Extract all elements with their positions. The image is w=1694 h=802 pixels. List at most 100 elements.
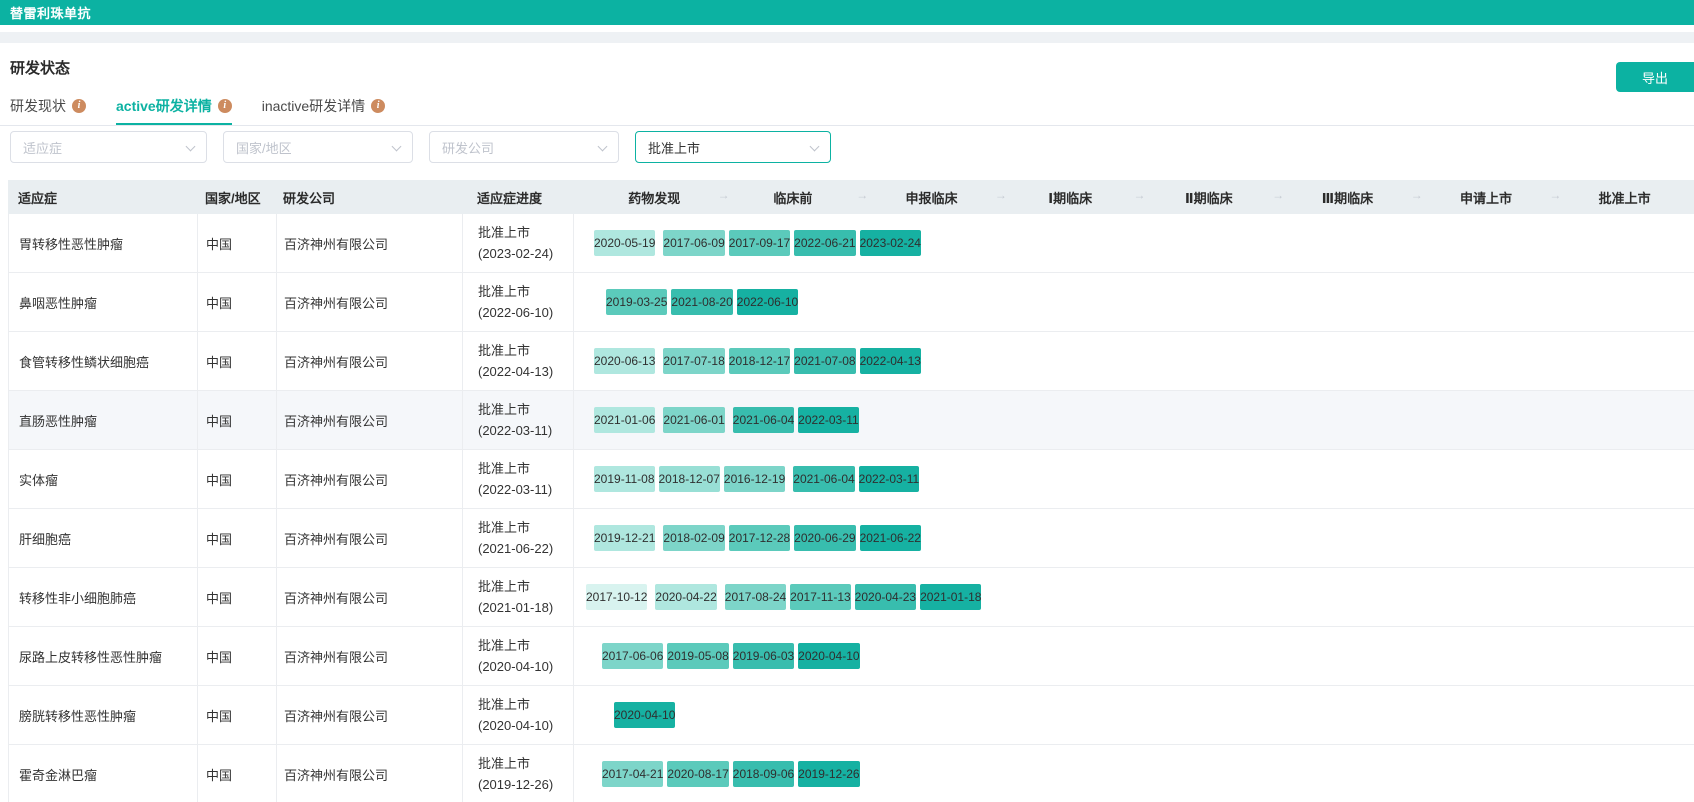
chevron-down-icon: [392, 142, 402, 152]
indication-cell: 肝细胞癌: [9, 509, 198, 567]
table-row[interactable]: 肝细胞癌中国百济神州有限公司批准上市(2021-06-22)2019-12-21…: [8, 509, 1694, 568]
indication-cell: 鼻咽恶性肿瘤: [9, 273, 198, 331]
stage-bars: 2019-11-082018-12-072016-12-192021-06-04…: [574, 450, 1694, 508]
progress-date: (2021-06-22): [478, 538, 553, 559]
tab-bar: 研发现状 i active研发详情 i inactive研发详情 i: [0, 88, 1694, 126]
info-icon[interactable]: i: [218, 99, 232, 113]
content-panel: 研发状态 导出 研发现状 i active研发详情 i inactive研发详情…: [0, 43, 1694, 802]
company-filter-select[interactable]: 研发公司: [429, 131, 619, 163]
table-row[interactable]: 转移性非小细胞肺癌中国百济神州有限公司批准上市(2021-01-18)2017-…: [8, 568, 1694, 627]
stage-bars: 2020-06-132017-07-182018-12-172021-07-08…: [574, 332, 1694, 390]
progress-status: 批准上市: [478, 576, 530, 597]
indication-filter-select[interactable]: 适应症: [10, 131, 207, 163]
table-row[interactable]: 鼻咽恶性肿瘤中国百济神州有限公司批准上市(2022-06-10)2019-03-…: [8, 273, 1694, 332]
company-cell: 百济神州有限公司: [277, 568, 463, 626]
tab-active-rd-detail[interactable]: active研发详情 i: [116, 88, 232, 125]
progress-status: 批准上市: [478, 281, 530, 302]
header-stage-discovery: 药物发现→: [585, 188, 724, 207]
table-row[interactable]: 尿路上皮转移性恶性肿瘤中国百济神州有限公司批准上市(2020-04-10)201…: [8, 627, 1694, 686]
header-progress: 适应症进度: [462, 188, 573, 207]
info-icon[interactable]: i: [72, 99, 86, 113]
header-company: 研发公司: [276, 188, 462, 207]
stage-bar: 2021-08-20: [671, 289, 732, 315]
stage-bars: 2019-12-212018-02-092017-12-282020-06-29…: [574, 509, 1694, 567]
header-stage-preclinical: 临床前→: [724, 188, 863, 207]
stage-bar: 2022-06-21: [794, 230, 855, 256]
region-cell: 中国: [198, 686, 277, 744]
stage-bar: 2022-06-10: [737, 289, 798, 315]
stage-bar: 2023-02-24: [860, 230, 921, 256]
progress-date: (2021-01-18): [478, 597, 553, 618]
stage-bar: 2021-01-06: [594, 407, 655, 433]
stage-bar: 2022-03-11: [859, 466, 920, 492]
app-window: 替雷利珠单抗 研发状态 导出 研发现状 i active研发详情 i inact…: [0, 0, 1694, 802]
progress-status: 批准上市: [478, 399, 530, 420]
stage-bar: 2019-11-08: [594, 466, 655, 492]
stage-bar: 2021-06-04: [733, 407, 794, 433]
header-stage-phase1: Ⅰ期临床→: [1001, 188, 1140, 207]
indication-cell: 转移性非小细胞肺癌: [9, 568, 198, 626]
progress-date: (2022-03-11): [478, 479, 552, 500]
rd-detail-table: 适应症 国家/地区 研发公司 适应症进度 药物发现→ 临床前→ 申报临床→ Ⅰ期…: [8, 180, 1694, 802]
header-stage-nda: 申请上市→: [1417, 188, 1556, 207]
stage-bar: 2017-04-21: [602, 761, 663, 787]
indication-cell: 实体瘤: [9, 450, 198, 508]
top-bar: 替雷利珠单抗: [0, 0, 1694, 25]
stage-filter-select[interactable]: 批准上市: [635, 131, 831, 163]
tab-label: active研发详情: [116, 96, 212, 116]
progress-status: 批准上市: [478, 753, 530, 774]
company-cell: 百济神州有限公司: [277, 509, 463, 567]
region-cell: 中国: [198, 273, 277, 331]
stage-bar: 2022-04-13: [860, 348, 921, 374]
stage-bars: 2017-04-212020-08-172018-09-062019-12-26: [574, 745, 1694, 802]
company-cell: 百济神州有限公司: [277, 450, 463, 508]
stage-bar: 2022-03-11: [798, 407, 859, 433]
progress-date: (2022-03-11): [478, 420, 552, 441]
stage-bar: 2019-06-03: [733, 643, 794, 669]
stage-bar: 2019-12-21: [594, 525, 655, 551]
indication-cell: 膀胱转移性恶性肿瘤: [9, 686, 198, 744]
stage-bar: 2017-08-24: [725, 584, 786, 610]
stage-bar: 2017-11-13: [790, 584, 851, 610]
indication-cell: 食管转移性鳞状细胞癌: [9, 332, 198, 390]
company-cell: 百济神州有限公司: [277, 391, 463, 449]
company-cell: 百济神州有限公司: [277, 214, 463, 272]
progress-status: 批准上市: [478, 517, 530, 538]
stage-bar: 2021-06-22: [860, 525, 921, 551]
company-cell: 百济神州有限公司: [277, 332, 463, 390]
company-cell: 百济神州有限公司: [277, 627, 463, 685]
progress-status: 批准上市: [478, 340, 530, 361]
stage-bar: 2020-04-10: [798, 643, 859, 669]
stage-bar: 2017-06-09: [663, 230, 724, 256]
header-stage-ind-filing: 申报临床→: [862, 188, 1001, 207]
tab-label: inactive研发详情: [262, 96, 365, 116]
stage-bar: 2021-06-01: [663, 407, 724, 433]
stage-bars: 2019-03-252021-08-202022-06-10: [574, 273, 1694, 331]
region-cell: 中国: [198, 332, 277, 390]
info-icon[interactable]: i: [371, 99, 385, 113]
table-row[interactable]: 膀胱转移性恶性肿瘤中国百济神州有限公司批准上市(2020-04-10)2020-…: [8, 686, 1694, 745]
stage-bar: 2019-12-26: [798, 761, 859, 787]
stage-bar: 2021-01-18: [920, 584, 981, 610]
stage-bar: 2019-05-08: [667, 643, 728, 669]
table-row[interactable]: 胃转移性恶性肿瘤中国百济神州有限公司批准上市(2023-02-24)2020-0…: [8, 214, 1694, 273]
table-row[interactable]: 直肠恶性肿瘤中国百济神州有限公司批准上市(2022-03-11)2021-01-…: [8, 391, 1694, 450]
company-cell: 百济神州有限公司: [277, 273, 463, 331]
progress-cell: 批准上市(2020-04-10): [463, 686, 574, 744]
table-row[interactable]: 食管转移性鳞状细胞癌中国百济神州有限公司批准上市(2022-04-13)2020…: [8, 332, 1694, 391]
table-body: 胃转移性恶性肿瘤中国百济神州有限公司批准上市(2023-02-24)2020-0…: [8, 214, 1694, 802]
stage-bar: 2020-04-23: [855, 584, 916, 610]
tab-inactive-rd-detail[interactable]: inactive研发详情 i: [262, 88, 385, 125]
progress-cell: 批准上市(2020-04-10): [463, 627, 574, 685]
progress-date: (2020-04-10): [478, 715, 553, 736]
progress-cell: 批准上市(2022-03-11): [463, 391, 574, 449]
table-row[interactable]: 霍奇金淋巴瘤中国百济神州有限公司批准上市(2019-12-26)2017-04-…: [8, 745, 1694, 802]
indication-cell: 尿路上皮转移性恶性肿瘤: [9, 627, 198, 685]
stage-bar: 2017-09-17: [729, 230, 790, 256]
stage-bars: 2017-10-122020-04-222017-08-242017-11-13…: [574, 568, 1694, 626]
tab-rd-status[interactable]: 研发现状 i: [10, 88, 86, 125]
table-row[interactable]: 实体瘤中国百济神州有限公司批准上市(2022-03-11)2019-11-082…: [8, 450, 1694, 509]
stage-bars: 2017-06-062019-05-082019-06-032020-04-10: [574, 627, 1694, 685]
stage-bar: 2020-06-29: [794, 525, 855, 551]
region-filter-select[interactable]: 国家/地区: [223, 131, 413, 163]
